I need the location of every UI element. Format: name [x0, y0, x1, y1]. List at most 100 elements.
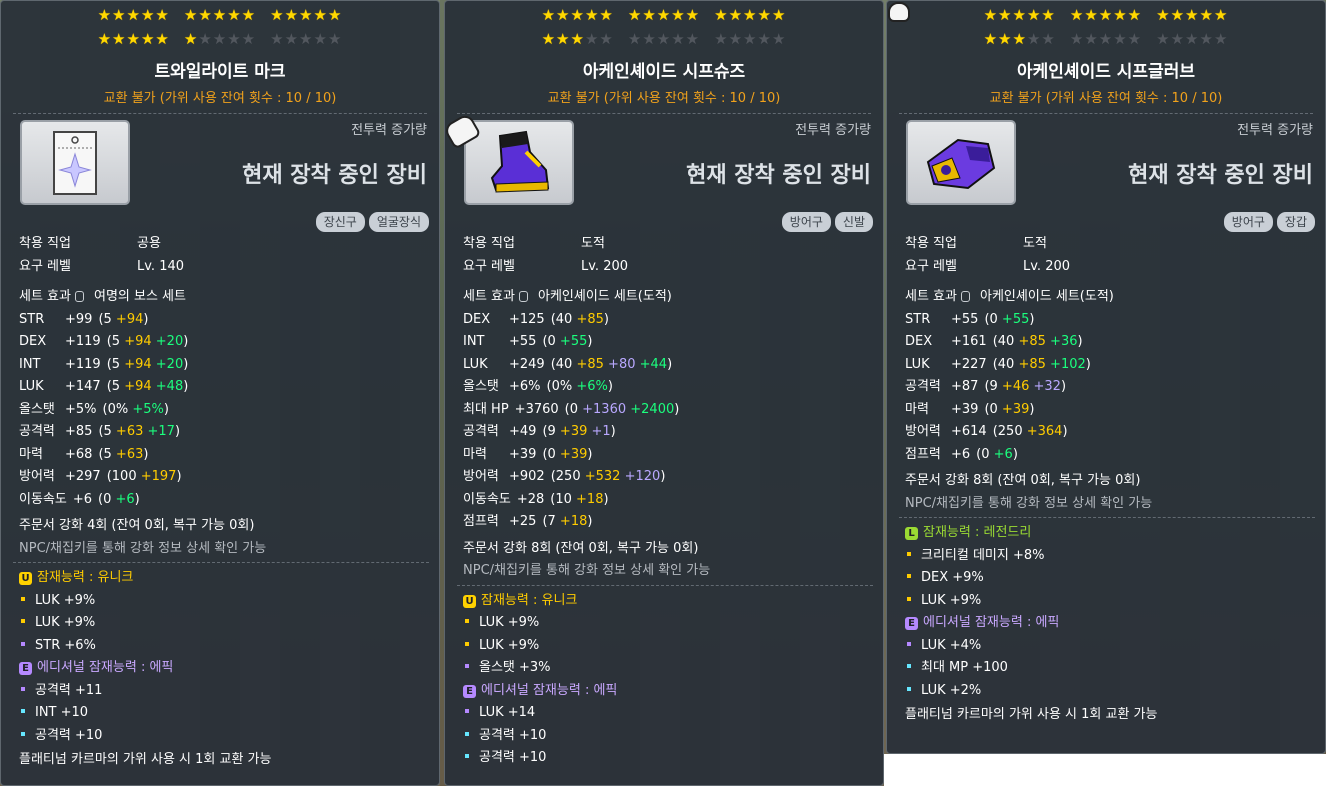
stat-breakdown: ): [183, 334, 189, 349]
bullet-icon: [907, 574, 911, 578]
stat-row: 이동속도 +6 (0 +6): [19, 489, 429, 512]
star-force-row: ★★★★★ ★★★★★ ★★★★★: [887, 31, 1325, 47]
trade-status: 교환 불가 (가위 사용 잔여 횟수 : 10 / 10): [103, 91, 337, 106]
star-icon: ★: [570, 6, 585, 24]
star-icon: ★: [656, 30, 672, 48]
stat-breakdown: ): [183, 379, 189, 394]
additional-line: 공격력 +10: [19, 725, 429, 748]
scroll-enhance-info: 주문서 강화 8회 (잔여 0회, 복구 가능 0회): [463, 540, 699, 556]
stat-breakdown: +32: [1033, 379, 1061, 394]
stat-breakdown: ): [134, 491, 140, 507]
stat-breakdown: +55: [1001, 311, 1030, 327]
bullet-icon: [21, 709, 25, 713]
stat-name: 공격력: [905, 379, 941, 394]
stat-breakdown: +94: [124, 334, 152, 349]
stat-name: 이동속도: [463, 491, 511, 507]
item-icon-frame: [20, 120, 130, 205]
additional-value: 공격력 +10: [479, 750, 547, 765]
star-icon: ★: [327, 30, 343, 48]
stat-name: 마력: [905, 401, 929, 417]
potential-line: STR +6%: [19, 635, 429, 658]
stat-breakdown: +85: [1018, 334, 1046, 349]
combat-power-label: 전투력 증가량: [351, 123, 427, 138]
star-icon: ★: [1084, 6, 1099, 24]
stat-row: INT +119 (5 +94 +20): [19, 354, 429, 377]
potential-title: 잠재능력 : 유니크: [481, 592, 578, 608]
additional-value: LUK +14: [479, 705, 536, 720]
star-icon: ★: [685, 6, 701, 24]
potential-line: LUK +9%: [463, 612, 873, 635]
star-icon: ★: [241, 6, 257, 24]
stat-breakdown: (0: [984, 311, 1002, 327]
additional-title: 에디셔널 잠재능력 : 에픽: [923, 615, 1060, 630]
set-effect-row[interactable]: 세트 효과 아케인셰이드 세트(도적): [905, 286, 1315, 309]
set-effect-row[interactable]: 세트 효과 아케인셰이드 세트(도적): [463, 286, 873, 309]
stat-name: 올스탯: [463, 379, 499, 394]
star-icon: ★: [155, 30, 170, 48]
stat-breakdown: +102: [1050, 356, 1086, 372]
required-level-row: 요구 레벨 Lv. 140: [19, 256, 429, 279]
star-icon: ★: [1156, 30, 1171, 48]
stat-name: 마력: [463, 446, 487, 462]
additional-line: INT +10: [19, 702, 429, 725]
star-force-row: ★★★★★ ★★★★★ ★★★★★: [887, 7, 1325, 23]
stat-breakdown: (5: [106, 379, 125, 394]
stat-breakdown: +2400: [630, 401, 675, 417]
bullet-icon: [465, 641, 469, 646]
required-level-value: Lv. 140: [137, 258, 185, 274]
star-icon: ★: [642, 6, 657, 24]
star-icon: ★: [556, 6, 571, 24]
star-icon: ★: [599, 30, 614, 48]
star-icon: ★: [227, 6, 242, 24]
grade-u-icon: U: [463, 594, 476, 608]
set-effect-row[interactable]: 세트 효과 여명의 보스 세트: [19, 286, 429, 309]
set-effect-label: 세트 효과: [19, 289, 71, 304]
stat-breakdown: +48: [155, 379, 184, 394]
bullet-icon: [465, 754, 469, 758]
item-details: 착용 직업 도적 요구 레벨 Lv. 200 세트 효과 아케인셰이드 세트(도적) DEX…: [457, 233, 873, 770]
stat-name: 공격력: [19, 424, 55, 439]
additional-line: 최대 MP +100: [905, 657, 1315, 680]
star-icon: ★: [656, 6, 672, 24]
stat-row: STR +99 (5 +94): [19, 309, 429, 332]
stat-total: +249: [509, 356, 545, 372]
potential-header: U 잠재능력 : 유니크: [19, 567, 429, 590]
stat-breakdown: ): [174, 424, 181, 439]
star-icon: ★: [671, 6, 686, 24]
additional-header: E 에디셔널 잠재능력 : 에픽: [463, 680, 873, 703]
twilight-mark-icon: [22, 131, 128, 207]
star-icon: ★: [126, 6, 141, 24]
additional-line: 공격력 +10: [463, 747, 873, 770]
stat-name: DEX: [19, 334, 47, 349]
lock-icon: [960, 291, 970, 302]
stat-row: DEX +161 (40 +85 +36): [905, 331, 1315, 354]
stat-breakdown: +44: [639, 356, 668, 372]
stat-breakdown: +39: [559, 424, 588, 439]
stat-breakdown: ): [607, 379, 613, 394]
star-icon: ★: [183, 6, 199, 24]
grade-l-icon: L: [905, 527, 918, 540]
star-icon: ★: [327, 6, 343, 24]
enhance-hint: NPC/채집키를 통해 강화 정보 상세 확인 가능: [905, 495, 1153, 511]
additional-value: 최대 MP +100: [921, 660, 1008, 675]
stat-name: 이동속도: [19, 491, 67, 507]
stat-breakdown: +6: [115, 491, 135, 507]
star-icon: ★: [313, 30, 328, 48]
star-icon: ★: [183, 30, 199, 48]
item-icon-frame: [906, 120, 1016, 205]
stat-total: +28: [516, 491, 545, 507]
star-icon: ★: [212, 6, 228, 24]
star-icon: ★: [599, 6, 614, 24]
enhance-hint: NPC/채집키를 통해 강화 정보 상세 확인 가능: [463, 563, 711, 578]
stat-name: STR: [19, 311, 45, 327]
star-icon: ★: [313, 6, 328, 24]
stat-row: LUK +227 (40 +85 +102): [905, 354, 1315, 377]
potential-value: LUK +9%: [479, 615, 540, 630]
stat-row: 마력 +39 (0 +39): [463, 444, 873, 467]
stat-total: +87: [951, 379, 979, 394]
potential-value: LUK +9%: [35, 592, 96, 608]
stat-total: +55: [509, 334, 537, 349]
stat-breakdown: +5%: [132, 401, 164, 417]
